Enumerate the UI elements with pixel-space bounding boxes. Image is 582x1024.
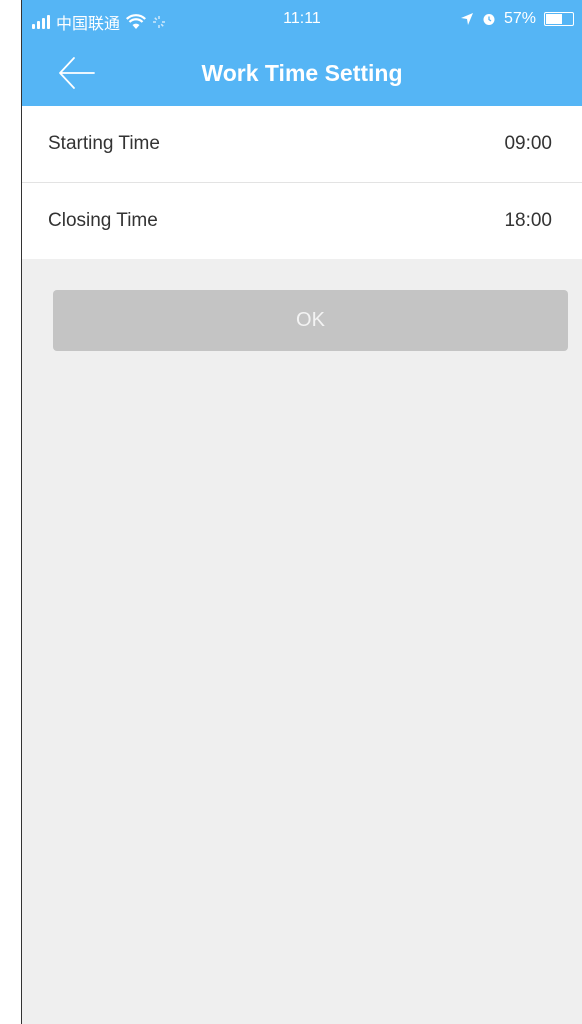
ok-button[interactable]: OK xyxy=(53,290,568,351)
closing-time-row[interactable]: Closing Time 18:00 xyxy=(22,182,582,259)
page-title: Work Time Setting xyxy=(201,60,403,86)
closing-time-value: 18:00 xyxy=(504,210,552,231)
location-arrow-icon xyxy=(460,13,473,25)
status-bar: 中国联通 11:11 57% xyxy=(22,0,582,40)
alarm-icon xyxy=(483,14,495,25)
nav-bar: Work Time Setting xyxy=(22,40,582,106)
app-screen: 中国联通 11:11 57% Work Time Setting Startin… xyxy=(22,0,582,1024)
starting-time-label: Starting Time xyxy=(48,133,160,154)
battery-percent: 57% xyxy=(503,10,536,27)
settings-list: Starting Time 09:00 Closing Time 18:00 xyxy=(22,106,582,259)
starting-time-value: 09:00 xyxy=(504,133,552,154)
status-right: 57% xyxy=(460,10,574,28)
header: 中国联通 11:11 57% Work Time Setting xyxy=(22,0,582,106)
phone-frame: 中国联通 11:11 57% Work Time Setting Startin… xyxy=(0,0,582,1024)
starting-time-row[interactable]: Starting Time 09:00 xyxy=(22,106,582,182)
closing-time-label: Closing Time xyxy=(48,210,158,231)
battery-icon xyxy=(544,12,574,26)
